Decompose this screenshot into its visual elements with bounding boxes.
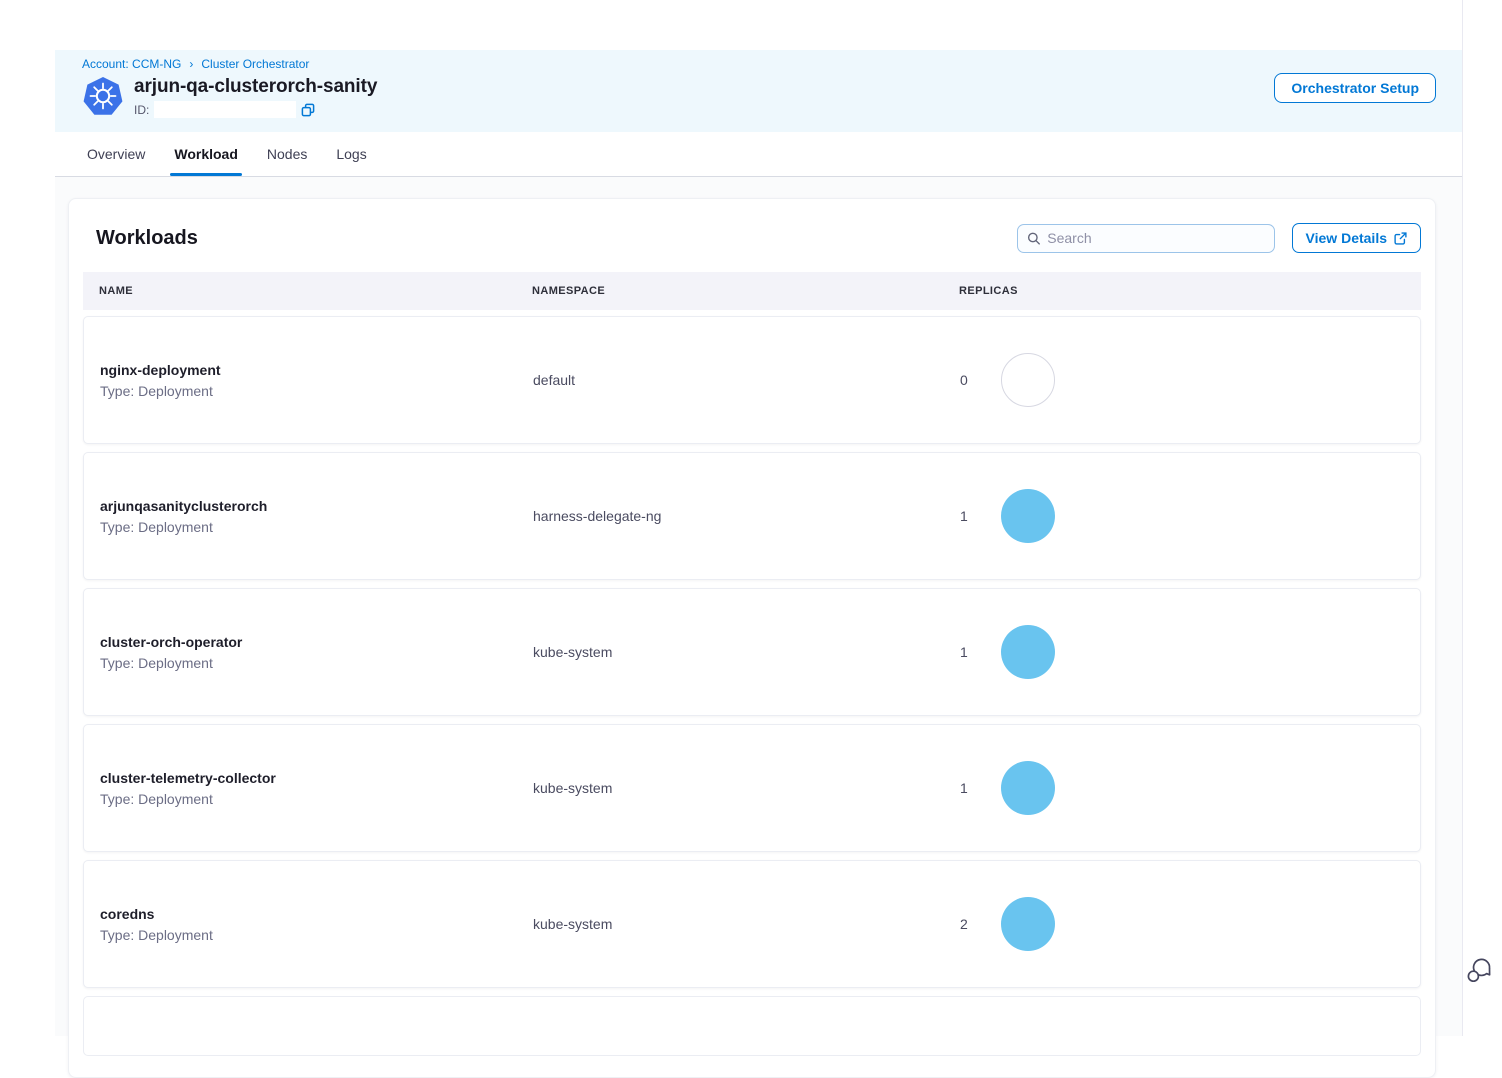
replicas-cell: 1: [960, 625, 1420, 679]
workload-namespace: default: [533, 372, 960, 388]
cluster-id-redacted: [154, 101, 296, 118]
page-title: arjun-qa-clusterorch-sanity: [134, 75, 377, 99]
external-link-icon: [1394, 232, 1407, 245]
namespace-cell: default: [533, 372, 960, 388]
table-row[interactable]: nginx-deployment Type: Deploymentdefault0: [83, 316, 1421, 444]
replicas-wrap: 2: [960, 897, 1420, 951]
replicas-indicator: [1001, 625, 1055, 679]
copy-icon: [301, 103, 315, 117]
column-header-namespace: NAMESPACE: [532, 285, 959, 297]
table-row-partial[interactable]: [83, 996, 1421, 1056]
tab-logs[interactable]: Logs: [332, 132, 370, 176]
replicas-wrap: 1: [960, 761, 1420, 815]
replicas-indicator: [1001, 489, 1055, 543]
cluster-header: Account: CCM-NG › Cluster Orchestrator: [55, 50, 1462, 132]
workload-name-cell: nginx-deployment Type: Deployment: [100, 362, 533, 399]
workload-name: arjunqasanityclusterorch: [100, 498, 533, 514]
workload-namespace: kube-system: [533, 644, 960, 660]
replicas-count: 1: [960, 508, 972, 524]
workloads-search: [1017, 224, 1275, 253]
namespace-cell: harness-delegate-ng: [533, 508, 960, 524]
workload-type: Type: Deployment: [100, 655, 533, 671]
workload-name-cell: cluster-telemetry-collector Type: Deploym…: [100, 770, 533, 807]
table-row[interactable]: arjunqasanityclusterorch Type: Deployment…: [83, 452, 1421, 580]
workload-name: coredns: [100, 906, 533, 922]
column-header-replicas: REPLICAS: [959, 285, 1421, 297]
replicas-indicator: [1001, 897, 1055, 951]
workload-name: cluster-telemetry-collector: [100, 770, 533, 786]
workload-name: nginx-deployment: [100, 362, 533, 378]
workloads-card: Workloads View Details: [68, 198, 1436, 1078]
help-chat-button[interactable]: [1464, 956, 1494, 986]
workload-namespace: harness-delegate-ng: [533, 508, 960, 524]
tab-workload[interactable]: Workload: [170, 132, 242, 176]
view-details-button[interactable]: View Details: [1292, 223, 1421, 253]
workload-name: cluster-orch-operator: [100, 634, 533, 650]
breadcrumb-section-link[interactable]: Cluster Orchestrator: [201, 57, 309, 71]
cluster-id-label: ID:: [134, 103, 149, 117]
tab-nodes[interactable]: Nodes: [263, 132, 311, 176]
search-input[interactable]: [1047, 230, 1264, 246]
title-block: arjun-qa-clusterorch-sanity ID:: [134, 75, 377, 118]
workload-namespace: kube-system: [533, 780, 960, 796]
replicas-count: 0: [960, 372, 972, 388]
replicas-wrap: 0: [960, 353, 1420, 407]
namespace-cell: kube-system: [533, 644, 960, 660]
workload-type: Type: Deployment: [100, 519, 533, 535]
workload-name-cell: cluster-orch-operator Type: Deployment: [100, 634, 533, 671]
chat-bubbles-icon: [1464, 956, 1494, 986]
workloads-title: Workloads: [96, 227, 198, 250]
tab-bar: Overview Workload Nodes Logs: [55, 132, 1462, 177]
table-header: NAME NAMESPACE REPLICAS: [83, 272, 1421, 310]
table-row[interactable]: cluster-telemetry-collector Type: Deploym…: [83, 724, 1421, 852]
replicas-cell: 2: [960, 897, 1420, 951]
table-row[interactable]: coredns Type: Deploymentkube-system2: [83, 860, 1421, 988]
breadcrumb-separator-icon: ›: [189, 57, 193, 71]
top-margin: [55, 0, 1462, 50]
cluster-id-row: ID:: [134, 101, 377, 118]
title-row: arjun-qa-clusterorch-sanity ID:: [82, 75, 1436, 118]
workloads-card-header: Workloads View Details: [83, 223, 1421, 253]
main-area: Workloads View Details: [55, 177, 1462, 1036]
view-details-label: View Details: [1306, 230, 1387, 246]
workload-name-cell: arjunqasanityclusterorch Type: Deployment: [100, 498, 533, 535]
workload-namespace: kube-system: [533, 916, 960, 932]
workload-name-cell: coredns Type: Deployment: [100, 906, 533, 943]
breadcrumb-account-link[interactable]: Account: CCM-NG: [82, 57, 181, 71]
kubernetes-icon: [83, 76, 123, 116]
replicas-cell: 1: [960, 761, 1420, 815]
page-content: Account: CCM-NG › Cluster Orchestrator: [55, 0, 1463, 1036]
workload-type: Type: Deployment: [100, 383, 533, 399]
table-row[interactable]: cluster-orch-operator Type: Deploymentkub…: [83, 588, 1421, 716]
replicas-wrap: 1: [960, 489, 1420, 543]
replicas-cell: 0: [960, 353, 1420, 407]
replicas-count: 1: [960, 780, 972, 796]
replicas-count: 2: [960, 916, 972, 932]
tab-overview[interactable]: Overview: [83, 132, 149, 176]
column-header-name: NAME: [99, 285, 532, 297]
workload-type: Type: Deployment: [100, 927, 533, 943]
replicas-indicator: [1001, 353, 1055, 407]
replicas-wrap: 1: [960, 625, 1420, 679]
breadcrumb: Account: CCM-NG › Cluster Orchestrator: [82, 57, 1436, 71]
namespace-cell: kube-system: [533, 780, 960, 796]
copy-id-button[interactable]: [301, 103, 315, 117]
workloads-table-body: nginx-deploymentType: Deploymentdefault0…: [83, 316, 1421, 1056]
workload-type: Type: Deployment: [100, 791, 533, 807]
search-icon: [1027, 231, 1041, 246]
namespace-cell: kube-system: [533, 916, 960, 932]
replicas-cell: 1: [960, 489, 1420, 543]
replicas-count: 1: [960, 644, 972, 660]
orchestrator-setup-button[interactable]: Orchestrator Setup: [1274, 73, 1436, 103]
replicas-indicator: [1001, 761, 1055, 815]
